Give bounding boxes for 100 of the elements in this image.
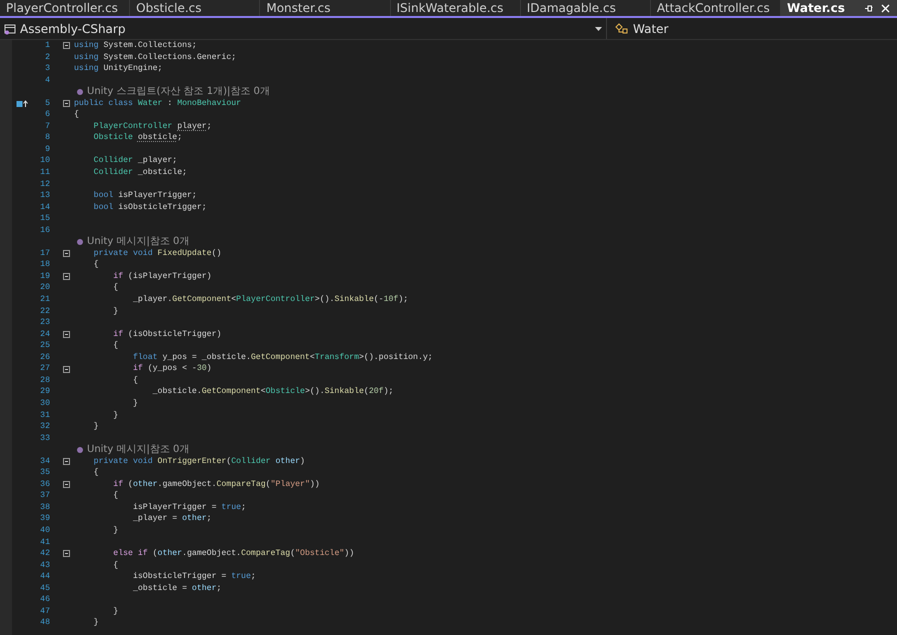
line-number: 18 [40,260,50,270]
line-number: 36 [40,480,50,489]
line-number: 43 [40,560,50,570]
code-line: { [112,560,118,572]
code-line: { [112,282,118,294]
file-tab[interactable]: AttackController.cs [650,0,782,16]
class-icon [615,22,629,34]
collapse-icon[interactable] [63,458,70,465]
line-number: 17 [40,248,50,258]
line-number: 9 [45,144,50,154]
codelens-text[interactable]: Unity 메시지|참조 0개 [87,444,190,456]
code-line: float y_pos = _obsticle.GetComponent<Transform>().position.y; [132,352,433,364]
line-number: 40 [40,526,50,535]
line-number: 4 [45,76,50,85]
code-line: Obsticle obsticle; [92,132,182,144]
code-line: if (isObsticleTrigger) [112,328,222,340]
caret-icon [595,26,602,30]
code-line: public class Water : MonoBehaviour [74,98,242,110]
line-number: 26 [40,352,50,362]
line-number: 24 [40,330,50,339]
code-line: if (y_pos < -30) [132,363,212,375]
line-number: 32 [40,422,50,432]
line-number: 1 [45,41,50,50]
collapse-icon[interactable] [63,481,70,488]
code-line: isObsticleTrigger = true; [132,571,256,583]
code-line: private void FixedUpdate() [92,248,222,260]
code-line: { [112,340,118,352]
line-number: 38 [40,502,50,512]
line-number: 6 [45,110,50,120]
code-line: using System.Collections.Generic; [74,52,236,64]
collapse-icon[interactable] [63,273,70,280]
code-line: else if (other.gameObject.CompareTag("Obsticle")) [112,548,354,560]
line-number: 16 [40,226,50,235]
code-line: } [112,306,118,318]
project-dropdown[interactable]: Assembly-CSharp [0,18,607,39]
line-number: 25 [40,341,50,350]
line-number: 29 [40,387,50,396]
pin-icon[interactable] [864,4,874,12]
collapse-icon[interactable] [63,366,70,373]
code-line: bool isObsticleTrigger; [92,202,207,214]
lens-icon [77,239,83,246]
line-number: 28 [40,376,50,385]
line-number: 22 [40,306,50,316]
line-number: 10 [40,156,50,166]
line-number: 45 [40,584,50,593]
line-number: 30 [40,398,50,408]
close-icon[interactable] [881,4,890,12]
collapse-icon[interactable] [63,100,70,107]
line-number: 13 [40,191,50,200]
collapse-icon[interactable] [63,330,70,338]
code-line: using System.Collections; [74,40,197,52]
line-number: 46 [40,595,50,604]
code-line: } [92,421,99,433]
line-number: 20 [40,283,50,292]
line-number: 19 [40,272,50,281]
line-number: 39 [40,514,50,524]
code-line: { [74,109,79,121]
code-line: } [92,617,99,629]
code-line: { [92,259,99,271]
line-number: 2 [45,52,50,62]
code-line: Collider _player; [92,155,178,168]
member-dropdown[interactable]: Water [607,18,897,39]
code-line: if (isPlayerTrigger) [112,270,212,282]
codelens-text[interactable]: Unity 스크립트(자산 참조 1개)|참조 0개 [87,86,270,98]
line-number: 11 [40,168,50,178]
line-number: 15 [40,214,50,224]
code-line: { [132,374,138,386]
code-line: } [112,524,118,537]
line-number: 14 [40,202,50,212]
code-line: { [92,467,99,479]
file-tab[interactable]: IDamagable.cs [520,0,651,16]
project-icon [4,22,16,34]
code-line: _player.GetComponent<PlayerController>().Sinkable(-10f); [132,294,408,306]
line-number: 41 [40,538,50,547]
codelens-text[interactable]: Unity 메시지|참조 0개 [87,236,190,248]
lens-icon [77,88,83,95]
collapse-icon[interactable] [63,550,70,558]
line-number: 34 [40,456,50,466]
code-line: PlayerController player; [92,120,212,132]
line-number: 3 [45,64,50,74]
file-tab[interactable]: PlayerController.cs [0,0,130,16]
line-number: 33 [40,434,50,443]
line-number: 8 [45,133,50,142]
file-tab[interactable]: Water.cs [781,0,897,16]
line-number: 42 [40,549,50,558]
code-line: private void OnTriggerEnter(Collider other) [92,456,305,468]
code-line: _player = other; [132,513,212,525]
file-tab[interactable]: Obsticle.cs [130,0,260,16]
code-line: } [112,606,118,618]
code-line: if (other.gameObject.CompareTag("Player")) [112,478,320,490]
collapse-icon[interactable] [63,250,70,258]
file-tab[interactable]: Monster.cs [260,0,391,16]
collapse-icon[interactable] [63,42,70,50]
line-number: 23 [40,318,50,328]
code-line: } [132,398,138,410]
code-line: bool isPlayerTrigger; [92,190,197,202]
code-line: isPlayerTrigger = true; [132,502,246,514]
file-tab[interactable]: ISinkWaterable.cs [390,0,521,16]
code-line: _obsticle.GetComponent<Obsticle>().Sinkable(20f); [152,386,394,398]
lens-icon [77,446,83,453]
